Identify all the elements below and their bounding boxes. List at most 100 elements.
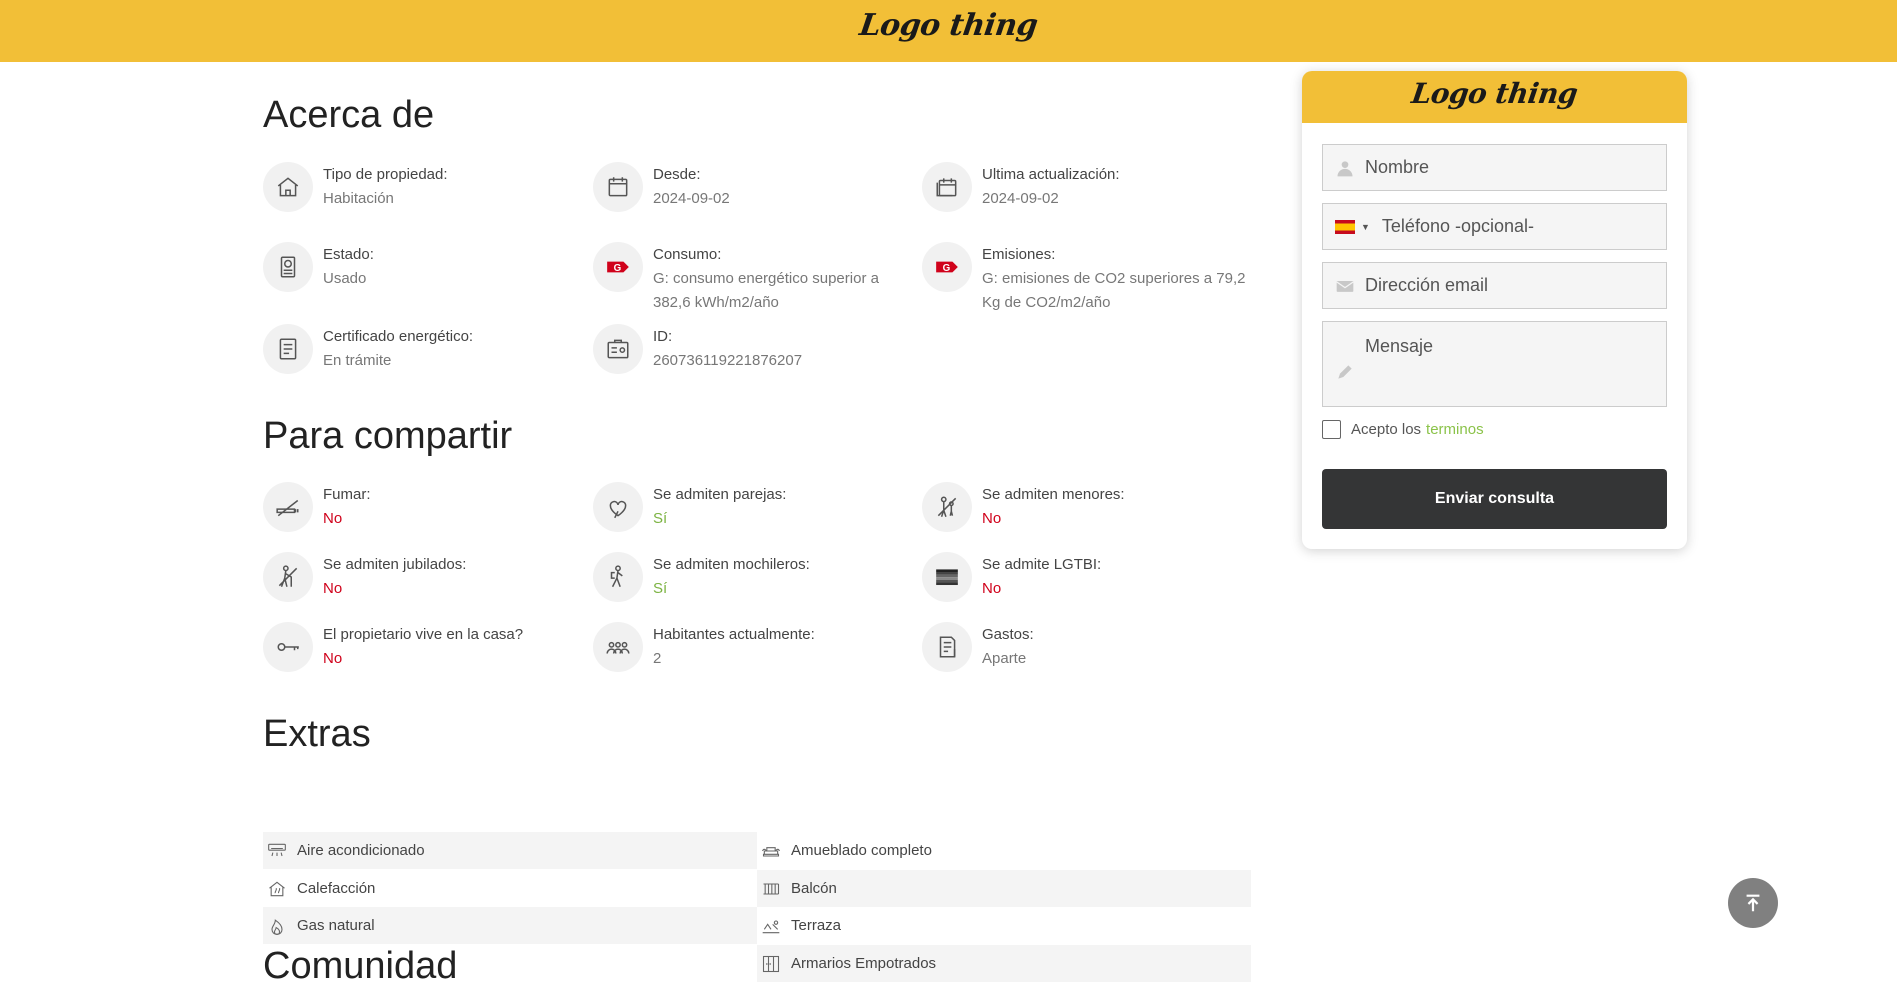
contact-form-header: Logo thing <box>1302 71 1687 123</box>
terms-checkbox[interactable] <box>1322 420 1341 439</box>
id-card-icon <box>593 324 643 374</box>
svg-text:G: G <box>614 263 622 274</box>
feature-label: ID: <box>653 328 673 345</box>
top-bar: Logo thing <box>0 0 1897 62</box>
feature-certificado: Certificado energético: En trámite <box>263 324 588 374</box>
feature-label: Emisiones: <box>982 246 1056 263</box>
feature-label: Se admiten parejas: <box>653 486 787 503</box>
contact-form: Logo thing Nombre ▼ Teléfono -opcional- … <box>1302 71 1687 549</box>
feature-value: Habitación <box>323 190 394 207</box>
hearts-icon <box>593 482 643 532</box>
bill-icon <box>922 622 972 672</box>
sofa-icon <box>762 846 780 857</box>
extra-item: Amueblado completo <box>757 832 1251 869</box>
feature-propietario: El propietario vive en la casa? No <box>263 622 588 672</box>
feature-gastos: Gastos: Aparte <box>922 622 1247 672</box>
extra-item: Terraza <box>757 907 1251 944</box>
people-icon <box>593 622 643 672</box>
feature-value: Aparte <box>982 650 1027 667</box>
feature-menores: Se admiten menores: No <box>922 482 1247 532</box>
scroll-to-top-button[interactable] <box>1728 878 1778 928</box>
extra-item: Armarios Empotrados <box>757 945 1251 982</box>
svg-text:G: G <box>943 263 951 274</box>
feature-label: Certificado energético: <box>323 328 474 345</box>
feature-consumo: G Consumo: G: consumo energético superio… <box>593 242 918 311</box>
site-logo[interactable]: Logo thing <box>0 8 1897 43</box>
feature-value: Sí <box>653 580 668 597</box>
extra-label: Gas natural <box>297 917 375 934</box>
extra-label: Aire acondicionado <box>297 842 425 859</box>
feature-id: ID: 260736119221876207 <box>593 324 918 374</box>
flame-icon <box>271 918 283 935</box>
terms-row: Acepto los terminos <box>1322 420 1484 439</box>
feature-label: Estado: <box>323 246 374 263</box>
feature-value: 260736119221876207 <box>653 352 803 369</box>
message-placeholder: Mensaje <box>1365 336 1434 356</box>
pencil-icon <box>1338 365 1352 379</box>
spain-flag-icon[interactable] <box>1335 219 1355 234</box>
feature-fumar: Fumar: No <box>263 482 588 532</box>
feature-label: Se admiten menores: <box>982 486 1125 503</box>
feature-label: Se admite LGTBI: <box>982 556 1102 573</box>
feature-label: Tipo de propiedad: <box>323 166 448 183</box>
feature-mochileros: Se admiten mochileros: Sí <box>593 552 918 602</box>
message-field[interactable]: Mensaje <box>1322 321 1667 407</box>
feature-lgtbi: Se admite LGTBI: No <box>922 552 1247 602</box>
feature-value: 2024-09-02 <box>982 190 1059 207</box>
feature-emisiones: G Emisiones: G: emisiones de CO2 superio… <box>922 242 1247 311</box>
heating-icon <box>269 881 285 896</box>
children-icon <box>922 482 972 532</box>
rainbow-flag-icon <box>922 552 972 602</box>
feature-value: No <box>982 580 1002 597</box>
chevron-down-icon[interactable]: ▼ <box>1361 222 1370 232</box>
extra-label: Amueblado completo <box>791 842 932 859</box>
feature-value: No <box>323 510 343 527</box>
extra-label: Armarios Empotrados <box>791 955 937 972</box>
phone-field[interactable]: ▼ Teléfono -opcional- <box>1322 203 1667 250</box>
feature-tipo-propiedad: Tipo de propiedad: Habitación <box>263 162 588 212</box>
feature-jubilados: Se admiten jubilados: No <box>263 552 588 602</box>
feature-habitantes: Habitantes actualmente: 2 <box>593 622 918 672</box>
extra-item: Gas natural <box>263 907 757 944</box>
feature-value: Usado <box>323 270 367 287</box>
send-inquiry-button[interactable]: Enviar consulta <box>1322 469 1667 529</box>
form-logo: Logo thing <box>1409 77 1580 110</box>
extra-label: Calefacción <box>297 880 376 897</box>
arrow-up-icon <box>1746 894 1760 912</box>
section-title-extras: Extras <box>263 713 371 755</box>
section-title-compartir: Para compartir <box>263 415 513 457</box>
feature-label: Gastos: <box>982 626 1034 643</box>
feature-label: Habitantes actualmente: <box>653 626 815 643</box>
emissions-g-icon: G <box>922 242 972 292</box>
envelope-icon <box>1336 280 1354 292</box>
terrace-icon <box>762 920 780 933</box>
no-smoking-icon <box>263 482 313 532</box>
section-title-comunidad: Comunidad <box>263 945 458 987</box>
section-title-acerca: Acerca de <box>263 94 435 136</box>
user-icon <box>1337 160 1353 176</box>
feature-ultima-actualizacion: Ultima actualización: 2024-09-02 <box>922 162 1247 212</box>
feature-estado: Estado: Usado <box>263 242 588 292</box>
feature-value: G: consumo energético superior a 382,6 k… <box>653 270 879 311</box>
feature-label: Se admiten mochileros: <box>653 556 810 573</box>
feature-value: 2024-09-02 <box>653 190 730 207</box>
feature-value: No <box>982 510 1002 527</box>
feature-parejas: Se admiten parejas: Sí <box>593 482 918 532</box>
feature-value: En trámite <box>323 352 392 369</box>
terms-label: Acepto los <box>1351 421 1422 438</box>
name-field[interactable]: Nombre <box>1322 144 1667 191</box>
extra-label: Terraza <box>791 917 842 934</box>
feature-value: Sí <box>653 510 668 527</box>
extra-item: Balcón <box>757 870 1251 907</box>
name-placeholder: Nombre <box>1365 157 1430 177</box>
house-icon <box>263 162 313 212</box>
email-field[interactable]: Dirección email <box>1322 262 1667 309</box>
feature-label: Consumo: <box>653 246 722 263</box>
extra-item: Calefacción <box>263 870 757 907</box>
calendar-update-icon <box>922 162 972 212</box>
feature-value: No <box>323 650 343 667</box>
feature-desde: Desde: 2024-09-02 <box>593 162 918 212</box>
terms-link[interactable]: terminos <box>1426 421 1484 438</box>
extra-label: Balcón <box>791 880 837 897</box>
backpacker-icon <box>593 552 643 602</box>
